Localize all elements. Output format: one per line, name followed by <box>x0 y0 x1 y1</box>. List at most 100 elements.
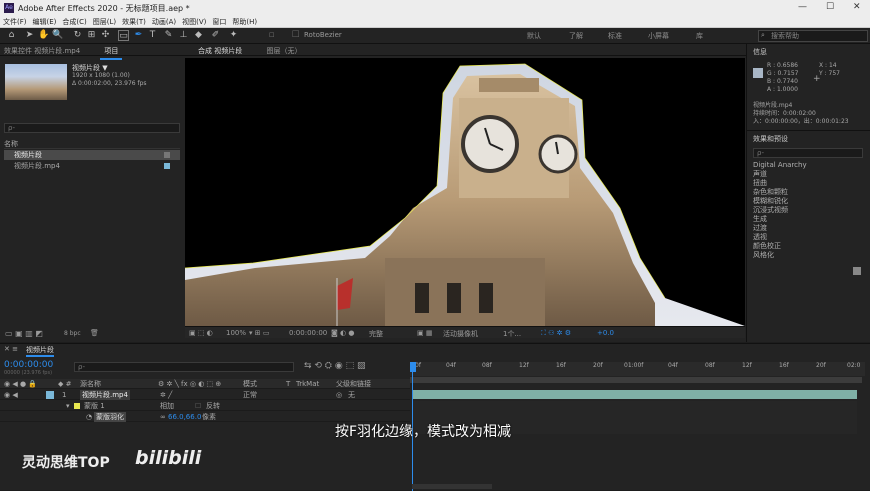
layer-mode-dropdown[interactable]: 正常 <box>243 390 257 400</box>
tab-project[interactable]: 项目 <box>100 44 123 60</box>
rotobezier-checkbox[interactable]: ☐ <box>290 30 301 41</box>
layer-name[interactable]: 视频片段.mp4 <box>80 390 130 400</box>
menu-composition[interactable]: 合成(C) <box>59 16 89 28</box>
project-row-composition[interactable]: 视频片段 <box>4 150 180 160</box>
timeline-search-input[interactable]: ρ- <box>74 362 294 372</box>
effect-category[interactable]: 颜色校正 <box>753 242 781 251</box>
fast-previews-icon[interactable]: ⛶ ⚇ ✲ ⚙ <box>541 329 571 338</box>
workspace-default[interactable]: 默认 <box>527 31 541 41</box>
project-column-name[interactable]: 名称 <box>4 139 180 149</box>
close-tab-icon[interactable]: ✕ ≡ <box>4 345 18 353</box>
magnification-dropdown[interactable]: 100% <box>226 329 246 337</box>
tab-layer[interactable]: 图层（无） <box>262 44 305 58</box>
effect-category[interactable]: 声道 <box>753 170 767 179</box>
region-of-interest-icon[interactable]: ▣ ▦ <box>417 329 432 337</box>
roto-brush-tool-icon[interactable]: ✐ <box>210 30 221 41</box>
effect-category[interactable]: 模糊和锐化 <box>753 197 788 206</box>
brush-tool-icon[interactable]: ✎ <box>163 30 174 41</box>
hand-tool-icon[interactable]: ✋ <box>38 30 49 41</box>
selection-tool-icon[interactable]: ➤ <box>24 30 35 41</box>
mask-name[interactable]: 蒙版 1 <box>84 401 105 411</box>
visibility-icon[interactable]: ◉ ◀ <box>4 390 18 400</box>
exposure-value[interactable]: +0.0 <box>597 329 614 337</box>
effect-category[interactable]: 风格化 <box>753 251 774 260</box>
rotate-tool-icon[interactable]: ↻ <box>72 30 83 41</box>
mask-row[interactable]: ▾ 蒙版 1 相加 ☐ 反转 <box>0 401 410 411</box>
camera-dropdown[interactable]: 活动摄像机 <box>443 329 478 339</box>
menu-window[interactable]: 窗口 <box>209 16 229 28</box>
menu-animation[interactable]: 动画(A) <box>149 16 179 28</box>
home-icon[interactable]: ⌂ <box>6 30 17 41</box>
timeline-timecode[interactable]: 0:00:00:00 <box>4 360 53 370</box>
playhead-handle[interactable] <box>410 362 416 372</box>
effect-category[interactable]: 扭曲 <box>753 179 767 188</box>
effect-category[interactable]: 沉浸式视频 <box>753 206 788 215</box>
project-row-footage[interactable]: 视频片段.mp4 <box>4 161 180 171</box>
views-dropdown[interactable]: 1个... <box>503 329 521 339</box>
column-source-name[interactable]: 源名称 <box>80 379 101 389</box>
menu-edit[interactable]: 编辑(E) <box>30 16 60 28</box>
always-preview-icon[interactable]: ▣ ⬚ ◐ <box>189 329 213 337</box>
menu-layer[interactable]: 图层(L) <box>90 16 119 28</box>
tab-effect-controls[interactable]: 效果控件 视频片段.mp4 <box>0 44 84 58</box>
clone-stamp-tool-icon[interactable]: ⊥ <box>178 30 189 41</box>
effect-category[interactable]: 杂色和颗粒 <box>753 188 788 197</box>
column-trkmat[interactable]: TrkMat <box>296 379 319 389</box>
timeline-tab[interactable]: 视频片段 <box>26 345 54 357</box>
workspace-learn[interactable]: 了解 <box>569 31 583 41</box>
workspace-standard[interactable]: 标准 <box>608 31 622 41</box>
time-ruler[interactable]: 0f 04f 08f 12f 16f 20f 01:00f 04f 08f 12… <box>410 362 865 376</box>
composition-switches-icon[interactable]: ⇆ ⟲ ⛭ ◉ ⬚ ▨ <box>304 361 365 371</box>
column-t[interactable]: T <box>286 379 290 389</box>
mask-color-swatch[interactable] <box>74 403 80 409</box>
project-search-input[interactable]: ρ- <box>4 123 180 133</box>
grid-icon[interactable]: ▾ ⊞ ▭ <box>249 329 269 337</box>
layer-switch-icon[interactable]: ✲ ╱ <box>160 390 172 400</box>
constrain-link-icon[interactable]: ∞ <box>160 412 166 422</box>
new-folder-icon[interactable]: ▭ ▣ ▥ ◩ <box>5 329 43 338</box>
parent-pick-whip-icon[interactable]: ◎ <box>336 390 342 400</box>
camera-tool-icon[interactable]: ⊞ <box>86 30 97 41</box>
zoom-tool-icon[interactable]: 🔍 <box>52 30 63 41</box>
menu-view[interactable]: 视图(V) <box>179 16 209 28</box>
label-color-swatch[interactable] <box>164 152 170 158</box>
effects-search-input[interactable]: ρ- <box>753 148 863 158</box>
workspace-library[interactable]: 库 <box>696 31 703 41</box>
close-button[interactable]: ✕ <box>853 2 861 12</box>
column-mode[interactable]: 模式 <box>243 379 257 389</box>
layer-switches-icon[interactable]: ⚙ ✲ ╲ fx ◎ ◐ ⬚ ⊕ <box>158 379 221 389</box>
mask-invert-checkbox[interactable]: ☐ <box>195 401 201 411</box>
puppet-tool-icon[interactable]: ✦ <box>228 30 239 41</box>
zoom-slider[interactable] <box>412 484 492 489</box>
work-area-bar[interactable] <box>410 377 862 383</box>
effect-category[interactable]: Digital Anarchy <box>753 161 807 170</box>
layer-row[interactable]: ◉ ◀ 1 视频片段.mp4 ✲ ╱ 正常 ◎ 无 <box>0 390 410 400</box>
menu-file[interactable]: 文件(F) <box>0 16 30 28</box>
menu-help[interactable]: 帮助(H) <box>229 16 260 28</box>
mask-expand-icon[interactable]: ▾ <box>66 401 70 411</box>
av-switches-icon[interactable]: ◉ ◀ ● 🔒 <box>4 379 37 389</box>
mask-feather-value[interactable]: 66.0,66.0 <box>168 412 201 422</box>
rectangle-tool-icon[interactable]: ▭ <box>118 30 129 41</box>
trash-icon[interactable]: 🗑 <box>90 329 99 337</box>
effect-category[interactable]: 生成 <box>753 215 767 224</box>
composition-viewer[interactable] <box>185 58 745 326</box>
new-preset-icon[interactable] <box>853 267 861 275</box>
column-parent[interactable]: 父级和链接 <box>336 379 371 389</box>
pen-tool-icon[interactable]: ✒ <box>133 30 144 41</box>
stopwatch-icon[interactable]: ◔ <box>86 412 92 422</box>
text-tool-icon[interactable]: T <box>147 30 158 41</box>
eraser-tool-icon[interactable]: ◆ <box>193 30 204 41</box>
workspace-small-screen[interactable]: 小屏幕 <box>648 31 669 41</box>
layer-duration-bar[interactable] <box>412 390 857 399</box>
label-color-swatch[interactable] <box>164 163 170 169</box>
bit-depth[interactable]: 8 bpc <box>64 330 81 337</box>
help-search-input[interactable]: 搜索帮助 <box>758 30 868 42</box>
resolution-dropdown[interactable]: 完整 <box>369 329 383 339</box>
maximize-button[interactable]: ☐ <box>826 2 834 12</box>
minimize-button[interactable]: — <box>798 2 807 12</box>
effect-category[interactable]: 过渡 <box>753 224 767 233</box>
layer-label-color[interactable] <box>46 391 54 399</box>
pan-behind-tool-icon[interactable]: ✣ <box>100 30 111 41</box>
menu-effect[interactable]: 效果(T) <box>119 16 149 28</box>
